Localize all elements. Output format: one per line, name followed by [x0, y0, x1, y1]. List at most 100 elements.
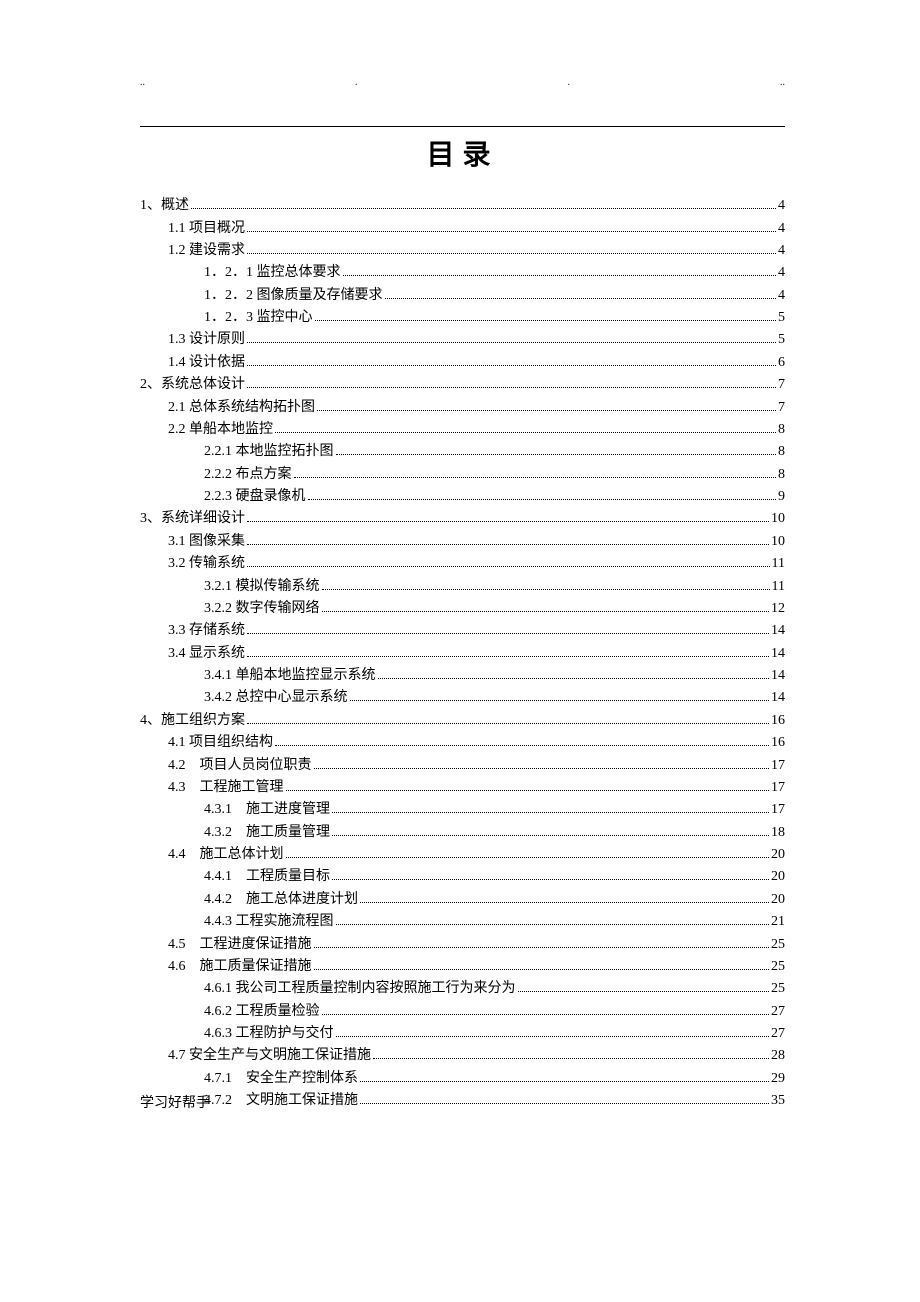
toc-entry[interactable]: 3.3 存储系统14: [140, 620, 785, 642]
toc-entry-label: 4.7.1 安全生产控制体系: [140, 1072, 358, 1086]
toc-entry-label: 1.4 设计依据: [140, 356, 245, 370]
toc-entry-page: 9: [778, 490, 785, 504]
toc-entry-label: 3.1 图像采集: [140, 535, 245, 549]
toc-entry[interactable]: 2、系统总体设计7: [140, 374, 785, 396]
toc-entry-label: 2.1 总体系统结构拓扑图: [140, 401, 315, 415]
toc-entry[interactable]: 1、概述4: [140, 195, 785, 217]
toc-entry[interactable]: 4.3.2 施工质量管理18: [140, 822, 785, 844]
toc-leader-dots: [247, 647, 769, 656]
toc-entry-page: 11: [772, 557, 785, 571]
toc-entry[interactable]: 1.4 设计依据 6: [140, 352, 785, 374]
toc-entry-page: 4: [778, 244, 785, 258]
toc-leader-dots: [308, 491, 777, 500]
toc-entry[interactable]: 3.4.2 总控中心显示系统14: [140, 687, 785, 709]
toc-entry[interactable]: 4.4.3 工程实施流程图21: [140, 911, 785, 933]
toc-entry[interactable]: 1.2 建设需求 4: [140, 240, 785, 262]
toc-entry[interactable]: 3.4 显示系统14: [140, 643, 785, 665]
toc-leader-dots: [247, 222, 776, 231]
toc-leader-dots: [518, 983, 770, 992]
toc-entry-page: 20: [771, 893, 785, 907]
toc-entry[interactable]: 4.1 项目组织结构16: [140, 732, 785, 754]
toc-leader-dots: [336, 1028, 770, 1037]
toc-entry-label: 1.2 建设需求: [140, 244, 245, 258]
toc-entry-page: 20: [771, 870, 785, 884]
toc-entry[interactable]: 4.6.2 工程质量检验27: [140, 1001, 785, 1023]
toc-entry-page: 14: [771, 624, 785, 638]
toc-leader-dots: [332, 871, 769, 880]
toc-entry[interactable]: 2.1 总体系统结构拓扑图7: [140, 396, 785, 418]
toc-entry[interactable]: 3.2.2 数字传输网络12: [140, 598, 785, 620]
toc-entry[interactable]: 3.4.1 单船本地监控显示系统14: [140, 665, 785, 687]
toc-leader-dots: [350, 692, 770, 701]
page-title: 目录: [140, 133, 785, 173]
toc-entry[interactable]: 4.2 项目人员岗位职责17: [140, 754, 785, 776]
toc-leader-dots: [286, 849, 770, 858]
toc-leader-dots: [314, 938, 770, 947]
toc-entry[interactable]: 3、系统详细设计10: [140, 508, 785, 530]
toc-entry[interactable]: 4.4.2 施工总体进度计划20: [140, 889, 785, 911]
toc-entry[interactable]: 2.2.3 硬盘录像机9: [140, 486, 785, 508]
toc-entry[interactable]: 4.3 工程施工管理17: [140, 777, 785, 799]
document-page: .. . . .. 目录 1、概述41.1 项目概况41.2 建设需求41．2．…: [0, 0, 920, 1152]
toc-leader-dots: [247, 379, 776, 388]
toc-entry-page: 25: [771, 960, 785, 974]
toc-entry-label: 4.6.2 工程质量检验: [140, 1005, 320, 1019]
toc-entry-page: 5: [778, 333, 785, 347]
toc-entry[interactable]: 2.2.1 本地监控拓扑图8: [140, 441, 785, 463]
toc-leader-dots: [378, 670, 770, 679]
toc-entry-label: 4.6 施工质量保证措施: [140, 960, 312, 974]
toc-entry[interactable]: 4.6 施工质量保证措施 25: [140, 956, 785, 978]
toc-entry-label: 4.4 施工总体计划: [140, 848, 284, 862]
toc-entry[interactable]: 1．2．1 监控总体要求4: [140, 262, 785, 284]
toc-entry-page: 27: [771, 1027, 785, 1041]
toc-entry[interactable]: 1.1 项目概况4: [140, 217, 785, 239]
toc-entry-label: 1.3 设计原则: [140, 333, 245, 347]
toc-entry[interactable]: 4.5 工程进度保证措施25: [140, 933, 785, 955]
toc-entry[interactable]: 4.6.1 我公司工程质量控制内容按照施工行为来分为25: [140, 978, 785, 1000]
toc-entry-label: 2.2.1 本地监控拓扑图: [140, 445, 334, 459]
toc-entry[interactable]: 4.4.1 工程质量目标20: [140, 866, 785, 888]
toc-entry[interactable]: 1．2．3 监控中心5: [140, 307, 785, 329]
toc-entry-page: 4: [778, 266, 785, 280]
toc-leader-dots: [360, 1072, 769, 1081]
toc-leader-dots: [322, 1005, 770, 1014]
toc-entry[interactable]: 4.4 施工总体计划20: [140, 844, 785, 866]
toc-entry-label: 4.6.1 我公司工程质量控制内容按照施工行为来分为: [140, 982, 516, 996]
toc-entry-label: 1.1 项目概况: [140, 222, 245, 236]
toc-leader-dots: [385, 289, 777, 298]
toc-entry[interactable]: 3.2 传输系统11: [140, 553, 785, 575]
toc-entry[interactable]: 1.3 设计原则 5: [140, 329, 785, 351]
toc-entry-page: 10: [771, 512, 785, 526]
toc-leader-dots: [317, 401, 776, 410]
toc-entry[interactable]: 4.6.3 工程防护与交付27: [140, 1023, 785, 1045]
toc-entry-page: 35: [771, 1094, 785, 1108]
toc-entry-page: 14: [771, 647, 785, 661]
toc-leader-dots: [336, 916, 770, 925]
toc-entry[interactable]: 4.7.1 安全生产控制体系29: [140, 1068, 785, 1090]
toc-leader-dots: [332, 804, 769, 813]
toc-entry[interactable]: 3.1 图像采集10: [140, 531, 785, 553]
toc-leader-dots: [322, 580, 770, 589]
toc-entry-page: 4: [778, 199, 785, 213]
toc-leader-dots: [314, 961, 770, 970]
toc-entry[interactable]: 1．2．2 图像质量及存储要求4: [140, 285, 785, 307]
toc-leader-dots: [294, 468, 777, 477]
toc-entry-page: 8: [778, 468, 785, 482]
toc-leader-dots: [336, 446, 777, 455]
toc-entry[interactable]: 3.2.1 模拟传输系统11: [140, 575, 785, 597]
toc-entry[interactable]: 4.3.1 施工进度管理17: [140, 799, 785, 821]
toc-leader-dots: [247, 245, 776, 254]
toc-entry[interactable]: 2.2.2 布点方案8: [140, 464, 785, 486]
header-dot: ..: [780, 80, 785, 86]
toc-entry-label: 2.2 单船本地监控: [140, 423, 273, 437]
toc-leader-dots: [360, 893, 769, 902]
toc-entry[interactable]: 4、施工组织方案16: [140, 710, 785, 732]
toc-entry-label: 3.4.2 总控中心显示系统: [140, 691, 348, 705]
toc-entry-page: 17: [771, 781, 785, 795]
header-rule: [140, 126, 785, 127]
toc-entry[interactable]: 4.7 安全生产与文明施工保证措施28: [140, 1045, 785, 1067]
toc-entry[interactable]: 2.2 单船本地监控8: [140, 419, 785, 441]
toc-entry[interactable]: 4.7.2 文明施工保证措施35: [140, 1090, 785, 1112]
toc-leader-dots: [247, 356, 776, 365]
toc-entry-page: 6: [778, 356, 785, 370]
